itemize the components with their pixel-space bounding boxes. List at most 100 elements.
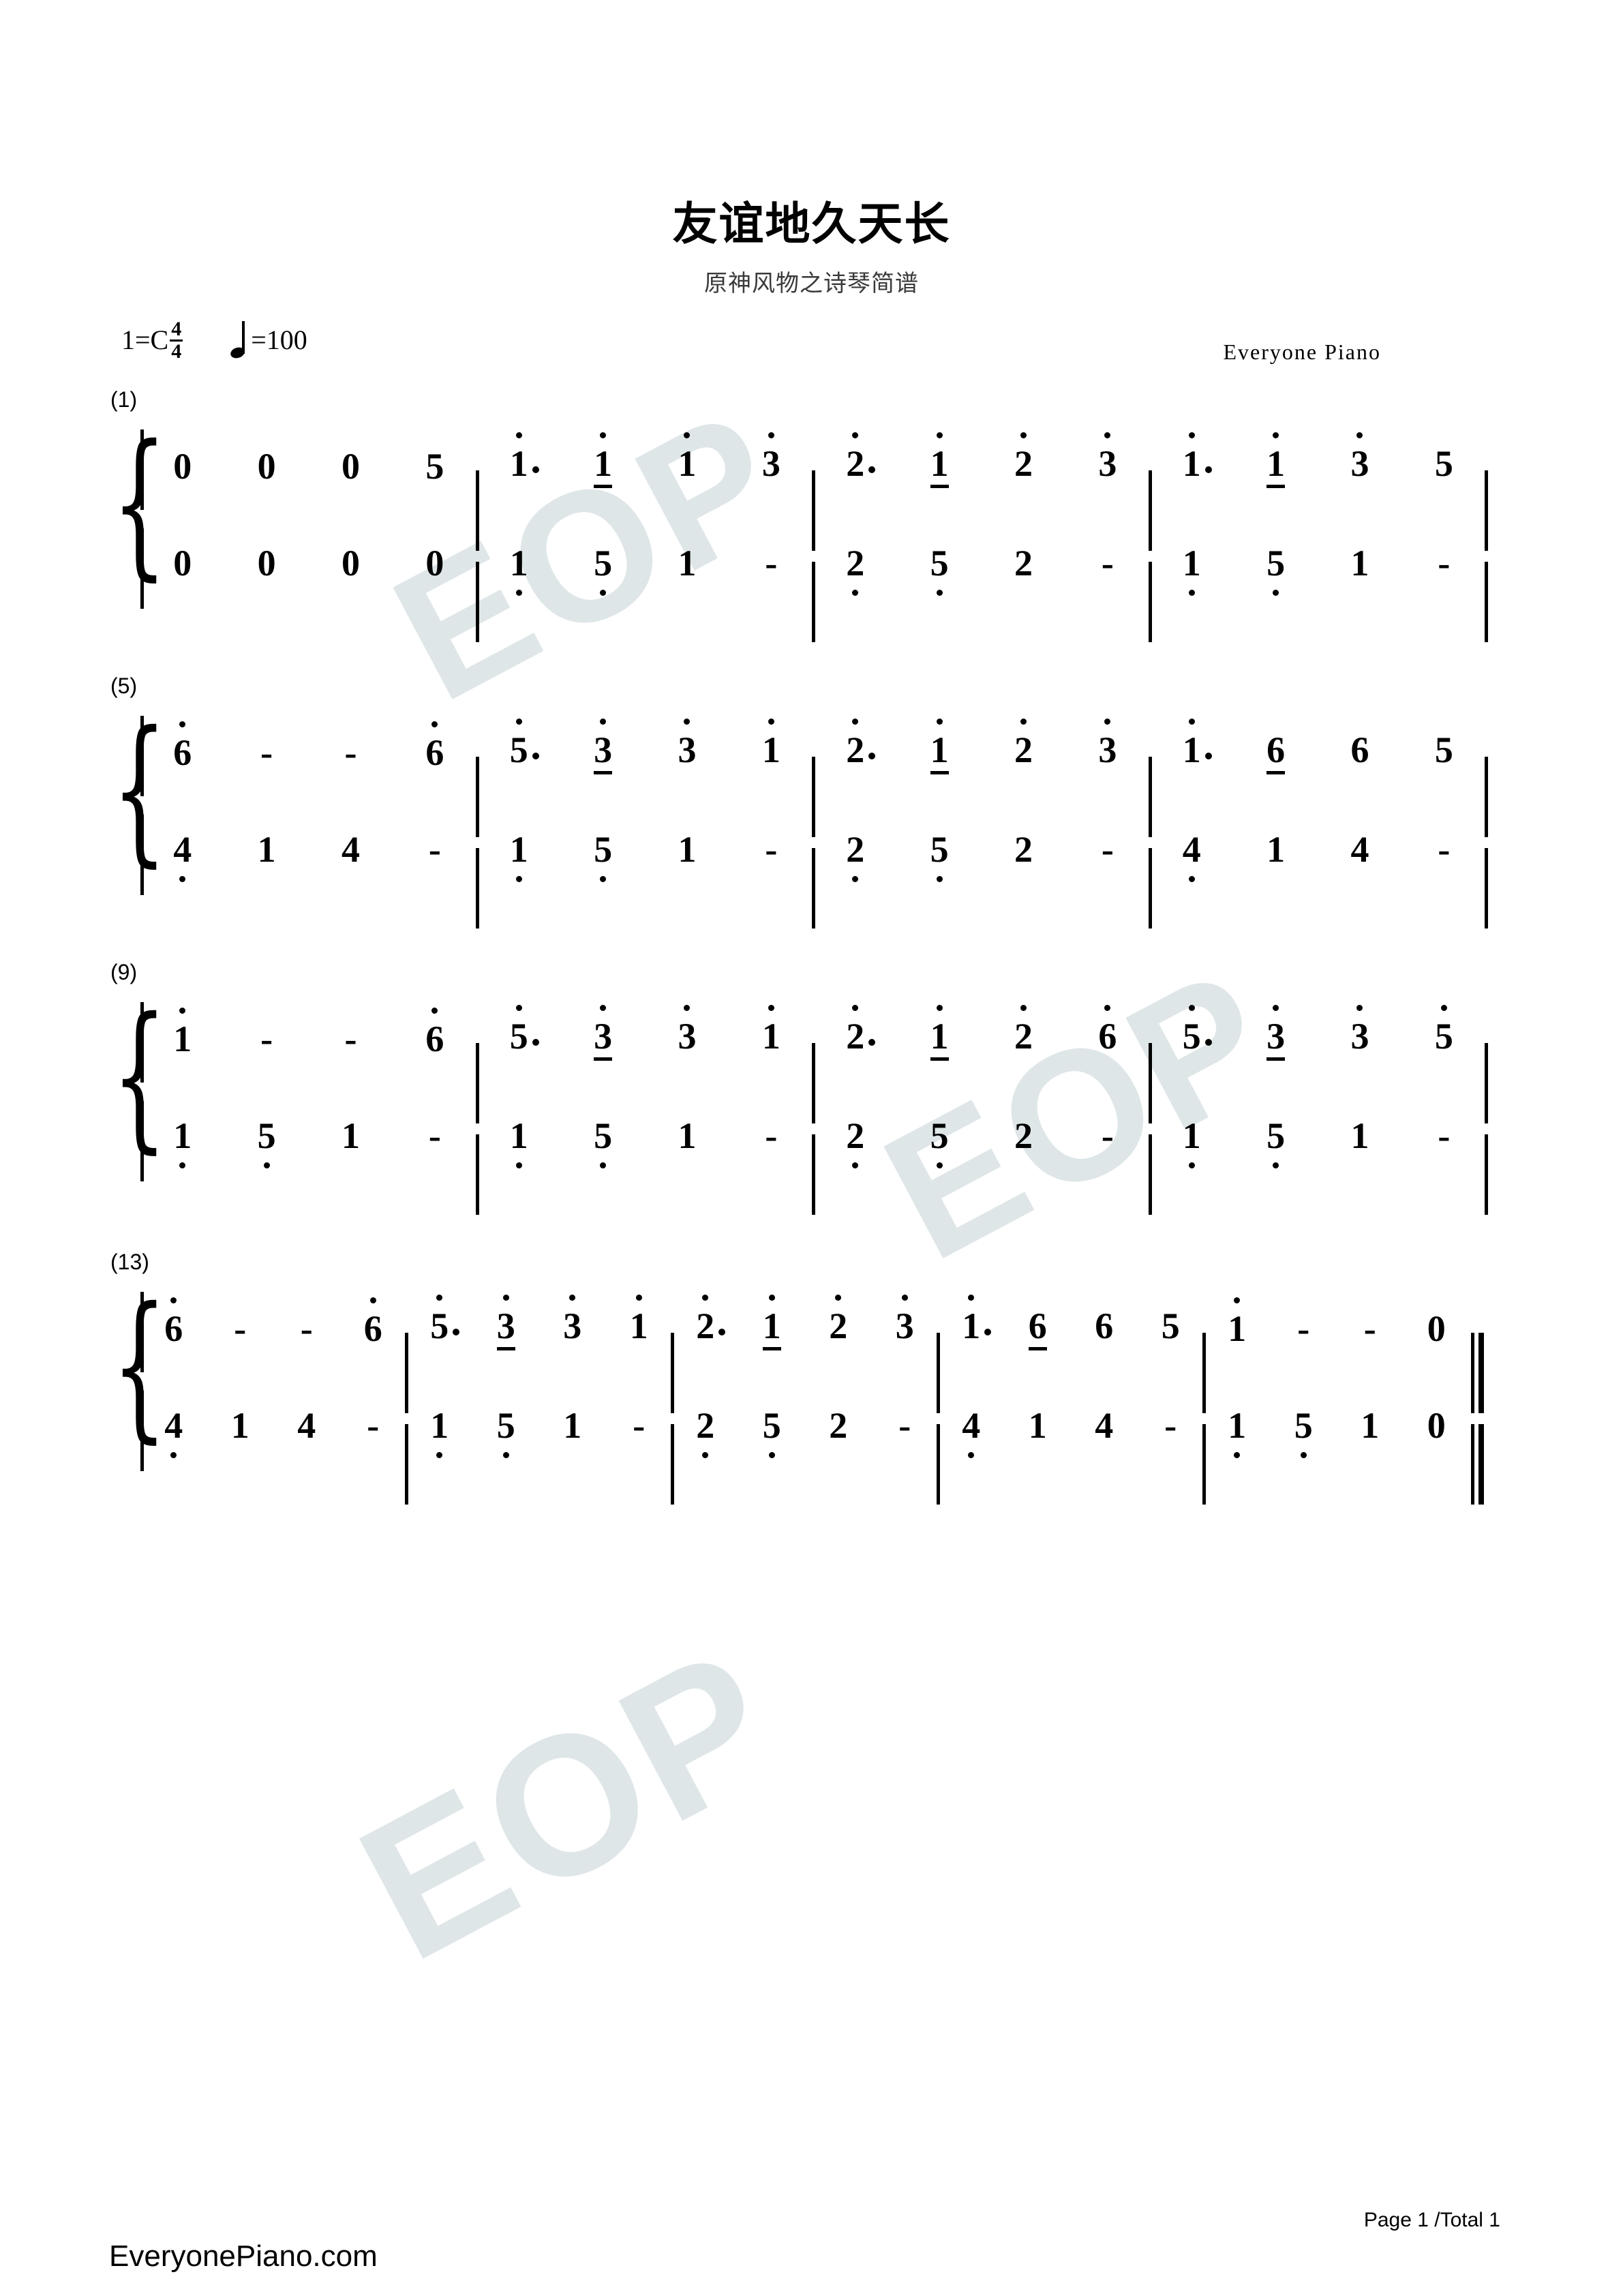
note-digit: - (765, 829, 778, 870)
note-digit: - (1297, 1308, 1310, 1349)
note-rest: 0 (309, 545, 393, 581)
key-signature: 1=C (121, 324, 169, 355)
note: 5 (393, 448, 476, 485)
note: 4 (938, 1405, 1005, 1458)
note-sustain-dash: - (340, 1407, 407, 1444)
note: 4 (1318, 831, 1401, 868)
note-digit: 4 (164, 1405, 183, 1458)
note-digit: - (1438, 1115, 1451, 1156)
note: 3 (539, 1294, 606, 1350)
note: 1 (539, 1407, 606, 1444)
note-digit: 0 (173, 543, 192, 584)
measure: 252- (813, 829, 1150, 882)
note-digit: 5 (930, 543, 949, 596)
note-sustain-dash: - (1402, 831, 1486, 868)
note-digit: 2 (1014, 1004, 1033, 1057)
note-digit: 1 (173, 1115, 192, 1168)
note: 1 (224, 831, 308, 868)
note-digit: - (1101, 829, 1114, 870)
note: 2 (813, 432, 897, 488)
note: 1 (729, 1004, 813, 1061)
note: 2 (982, 1117, 1065, 1154)
note: 1 (606, 1294, 673, 1350)
note: 1 (897, 1004, 981, 1061)
note-digit: 5 (496, 1405, 515, 1458)
note-digit: 5 (1294, 1405, 1313, 1458)
note: 5 (897, 543, 981, 596)
footer-website: EveryonePiano.com (109, 2239, 378, 2273)
note-digit: 1 (230, 1405, 249, 1446)
note: 5 (739, 1405, 806, 1458)
note-digit: 6 (425, 1008, 444, 1059)
measure: 2 1 2 6 (813, 1004, 1150, 1061)
right-hand-staff: 0 0 0 5 1 1 1 3 2 1 2 3 1 1 3 5 (140, 423, 1488, 551)
left-hand-staff: 1 5 1 - 1 5 1 - 2 5 2 - 1 5 1 - (140, 1094, 1488, 1215)
note: 3 (729, 432, 813, 488)
note: 1 (406, 1405, 473, 1458)
note-digit: 4 (962, 1405, 981, 1458)
note-rest: 0 (1404, 1310, 1470, 1347)
right-hand-staff: 1 - - 6 5 3 3 1 2 1 2 6 5 3 3 5 (140, 995, 1488, 1123)
note-digit: 1 (678, 829, 697, 870)
measure: 252- (672, 1405, 938, 1458)
note: 2 (805, 1294, 872, 1350)
note: 1 (207, 1407, 274, 1444)
note-digit: 5 (1434, 1004, 1453, 1057)
note: 1 (1150, 718, 1234, 774)
augmentation-dot (984, 1329, 992, 1335)
quarter-note-icon (229, 321, 248, 360)
note-digit: 1 (430, 1405, 449, 1458)
note-digit: 4 (1182, 829, 1201, 882)
note: 1 (477, 1117, 561, 1168)
note-digit: - (234, 1308, 247, 1349)
note-digit: 5 (762, 1405, 781, 1458)
note-digit: 2 (1014, 1115, 1033, 1156)
augmentation-dot (868, 466, 876, 473)
note: 1 (477, 545, 561, 596)
note: 1 (1337, 1407, 1404, 1444)
note-digit: 4 (1350, 829, 1369, 870)
key-and-tempo-row: 1=C 4 4 =100 (121, 319, 307, 361)
note: 1 (739, 1294, 806, 1350)
song-subtitle: 原神风物之诗琴简谱 (704, 270, 919, 297)
note: 5 (477, 718, 561, 774)
note-digit: - (260, 1018, 273, 1059)
note: 6 (340, 1297, 407, 1347)
note-digit: 2 (1014, 829, 1033, 870)
note-digit: 6 (1098, 1004, 1117, 1057)
time-signature: 4 4 (170, 319, 183, 361)
note-digit: 4 (173, 829, 192, 882)
note: 1 (1150, 1117, 1234, 1168)
note-digit: 0 (341, 543, 360, 584)
note: 2 (672, 1407, 739, 1458)
footer-page-info: Page 1 /Total 1 (1363, 2209, 1500, 2231)
note: 1 (897, 432, 981, 488)
voice-line: 1 5 1 - 1 5 1 - 2 5 2 - 1 5 1 - (140, 1094, 1488, 1215)
note: 5 (1402, 1004, 1486, 1061)
note-digit: 3 (678, 718, 697, 770)
note-digit: 0 (257, 446, 276, 487)
note-digit: 2 (846, 1004, 865, 1057)
publisher-credit: Everyone Piano (1223, 339, 1381, 364)
note-digit: 1 (257, 829, 276, 870)
note-digit: 3 (563, 1294, 582, 1346)
note-digit: 3 (1098, 432, 1117, 484)
measure: 5331 (406, 1294, 673, 1350)
note: 2 (982, 432, 1065, 488)
note-digit: - (300, 1308, 313, 1349)
note: 3 (1318, 1004, 1401, 1061)
measure: 5331 (477, 718, 814, 774)
note: 1 (140, 1115, 224, 1168)
measure-number-label: (9) (110, 960, 138, 984)
note: 6 (393, 1008, 476, 1059)
note: 4 (309, 831, 393, 868)
note-sustain-dash: - (1065, 831, 1149, 868)
note: 5 (897, 831, 981, 882)
measure: 4 1 4 - (140, 1405, 407, 1458)
note-sustain-dash: - (1065, 1117, 1149, 1154)
note-digit: 1 (509, 829, 528, 882)
note-digit: 3 (678, 1004, 697, 1057)
note-sustain-dash: - (729, 545, 813, 581)
note-sustain-dash: - (207, 1310, 274, 1347)
note: 1 (1150, 432, 1234, 488)
